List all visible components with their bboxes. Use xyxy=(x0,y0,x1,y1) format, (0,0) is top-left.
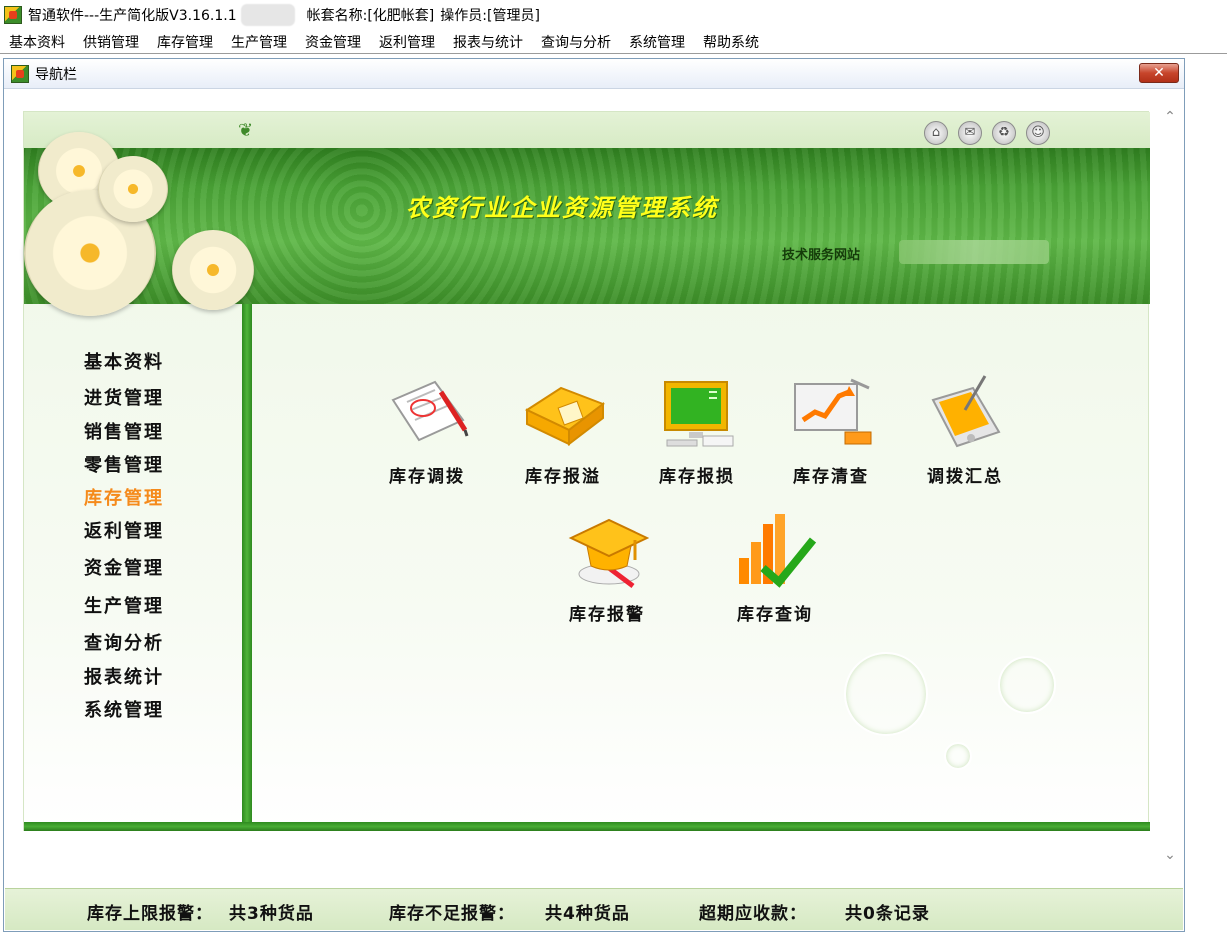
navigation-panel: ❦ ⌂ ✉ ♻ ☺ 农资行业企业资源管理系统 技术服务网站 基本资料 进货管理 … xyxy=(23,111,1150,831)
bar-chart-check-icon xyxy=(733,512,817,592)
smile-icon[interactable]: ☺ xyxy=(1026,121,1050,145)
sidebar-item-production[interactable]: 生产管理 xyxy=(84,592,164,618)
scroll-up-icon[interactable]: ⌃ xyxy=(1162,109,1178,125)
graduation-cap-icon xyxy=(565,512,650,592)
home-icon[interactable]: ⌂ xyxy=(924,121,948,145)
menu-basic-data[interactable]: 基本资料 xyxy=(0,32,74,52)
sidebar-item-purchase[interactable]: 进货管理 xyxy=(84,384,164,410)
window-logo-icon xyxy=(11,64,29,83)
sidebar-item-retail[interactable]: 零售管理 xyxy=(84,451,164,477)
monitor-icon xyxy=(655,374,739,454)
folder-icon xyxy=(521,374,606,454)
module-label: 库存报损 xyxy=(659,467,735,487)
chart-monitor-icon xyxy=(789,374,873,454)
menu-reports[interactable]: 报表与统计 xyxy=(444,32,532,52)
sidebar-item-inventory[interactable]: 库存管理 xyxy=(84,484,164,510)
menu-help[interactable]: 帮助系统 xyxy=(694,32,768,52)
recycle-icon[interactable]: ♻ xyxy=(992,121,1016,145)
upper-alarm-label: 库存上限报警： xyxy=(87,904,213,924)
flower-decoration-icon xyxy=(172,230,254,310)
sidebar-item-sales[interactable]: 销售管理 xyxy=(84,418,164,444)
module-stock-check[interactable]: 库存清查 xyxy=(776,374,886,487)
navigation-window-titlebar: 导航栏 ✕ xyxy=(4,59,1184,89)
module-stock-transfer[interactable]: 库存调拨 xyxy=(372,374,482,487)
panel-bottom-bar xyxy=(24,822,1150,831)
module-stock-loss[interactable]: 库存报损 xyxy=(642,374,752,487)
module-label: 库存清查 xyxy=(793,467,869,487)
module-label: 库存报溢 xyxy=(525,467,601,487)
document-pen-icon xyxy=(385,374,469,454)
menu-funds[interactable]: 资金管理 xyxy=(296,32,370,52)
flower-decoration-icon xyxy=(98,156,168,222)
overdue-label: 超期应收款： xyxy=(699,904,807,924)
module-label: 库存报警 xyxy=(569,605,645,625)
lower-alarm-value[interactable]: 共4种货品 xyxy=(545,899,630,924)
menu-query[interactable]: 查询与分析 xyxy=(532,32,620,52)
lower-alarm-label: 库存不足报警： xyxy=(389,904,515,924)
scroll-down-icon[interactable]: ⌄ xyxy=(1162,847,1178,863)
close-button[interactable]: ✕ xyxy=(1139,63,1179,83)
menu-production[interactable]: 生产管理 xyxy=(222,32,296,52)
module-stock-query[interactable]: 库存查询 xyxy=(720,512,830,625)
module-transfer-summary[interactable]: 调拨汇总 xyxy=(910,374,1020,487)
navigation-window: 导航栏 ✕ ⌃ ⌄ ❦ ⌂ ✉ ♻ ☺ 农资行业企业资源管理系统 技术服务网站 … xyxy=(3,58,1185,932)
sidebar-item-system[interactable]: 系统管理 xyxy=(84,696,164,722)
module-label: 库存查询 xyxy=(737,605,813,625)
app-logo-icon xyxy=(4,6,22,24)
status-bar: 库存上限报警： 共3种货品 库存不足报警： 共4种货品 超期应收款： 共0条记录 xyxy=(5,888,1183,930)
account-name: 帐套名称:[化肥帐套] xyxy=(306,8,435,24)
ring-decoration xyxy=(998,656,1056,714)
banner-title: 农资行业企业资源管理系统 xyxy=(406,194,718,222)
sidebar-divider xyxy=(242,304,252,824)
upper-alarm-value[interactable]: 共3种货品 xyxy=(229,899,314,924)
menu-rebate[interactable]: 返利管理 xyxy=(370,32,444,52)
sidebar-item-query[interactable]: 查询分析 xyxy=(84,629,164,655)
top-icon-group: ⌂ ✉ ♻ ☺ xyxy=(924,121,1050,145)
module-label: 库存调拨 xyxy=(389,467,465,487)
menu-inventory[interactable]: 库存管理 xyxy=(148,32,222,52)
redacted-website xyxy=(899,240,1049,264)
module-stock-alarm[interactable]: 库存报警 xyxy=(552,512,662,625)
module-label: 调拨汇总 xyxy=(927,467,1003,487)
panel-top-strip: ❦ ⌂ ✉ ♻ ☺ xyxy=(24,112,1150,148)
mail-icon[interactable]: ✉ xyxy=(958,121,982,145)
sidebar-item-basic-data[interactable]: 基本资料 xyxy=(84,348,164,374)
operator-name: 操作员:[管理员] xyxy=(440,8,540,24)
menu-bar: 基本资料 供销管理 库存管理 生产管理 资金管理 返利管理 报表与统计 查询与分… xyxy=(0,30,1227,54)
module-stock-overflow[interactable]: 库存报溢 xyxy=(508,374,618,487)
redacted-version xyxy=(240,4,295,26)
menu-system[interactable]: 系统管理 xyxy=(620,32,694,52)
ring-decoration xyxy=(944,742,972,770)
service-website-label: 技术服务网站 xyxy=(782,248,861,263)
title-bar: 智通软件---生产简化版V3.16.1.1 帐套名称:[化肥帐套] 操作员:[管… xyxy=(0,0,1227,30)
leaf-decoration-icon: ❦ xyxy=(238,120,254,141)
sidebar-item-rebate[interactable]: 返利管理 xyxy=(84,517,164,543)
app-title: 智通软件---生产简化版V3.16.1.1 xyxy=(28,8,237,24)
overdue-value[interactable]: 共0条记录 xyxy=(845,899,930,924)
pda-icon xyxy=(923,374,1007,454)
navigation-window-title: 导航栏 xyxy=(35,66,77,83)
menu-supply-sales[interactable]: 供销管理 xyxy=(74,32,148,52)
sidebar-item-funds[interactable]: 资金管理 xyxy=(84,554,164,580)
sidebar-item-reports[interactable]: 报表统计 xyxy=(84,663,164,689)
ring-decoration xyxy=(844,652,928,736)
